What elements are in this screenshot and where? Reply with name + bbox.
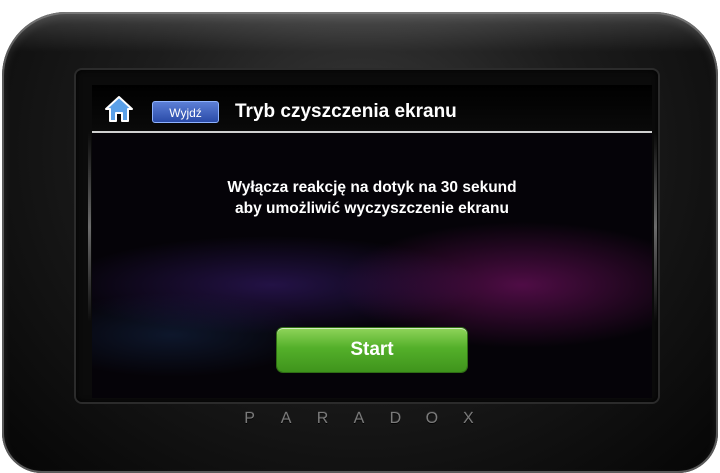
instruction-line-1: Wyłącza reakcję na dotyk na 30 sekund <box>227 179 517 196</box>
brand-letter: O <box>425 410 441 427</box>
brand-letter: P <box>244 410 257 427</box>
bezel-highlight-right <box>654 132 657 322</box>
brand-letter: A <box>353 410 367 427</box>
instruction-line-2: aby umożliwić wyczyszczenie ekranu <box>235 200 509 217</box>
brand-letter: X <box>463 410 476 427</box>
bezel-highlight-left <box>88 132 91 322</box>
instruction-text: Wyłącza reakcję na dotyk na 30 sekund ab… <box>92 177 652 219</box>
start-button[interactable]: Start <box>277 328 467 372</box>
screen-header: Wyjdź Tryb czyszczenia ekranu <box>92 85 652 133</box>
exit-button[interactable]: Wyjdź <box>152 101 219 123</box>
brand-logo: P A R A D O X <box>2 410 718 428</box>
brand-letter: A <box>280 410 294 427</box>
brand-letter: R <box>316 410 331 427</box>
page-title: Tryb czyszczenia ekranu <box>235 101 457 122</box>
keypad-device: Wyjdź Tryb czyszczenia ekranu Wyłącza re… <box>2 12 718 473</box>
touch-screen: Wyjdź Tryb czyszczenia ekranu Wyłącza re… <box>92 85 652 398</box>
brand-letter: D <box>389 410 404 427</box>
home-icon <box>105 96 133 122</box>
home-button[interactable] <box>104 95 134 123</box>
